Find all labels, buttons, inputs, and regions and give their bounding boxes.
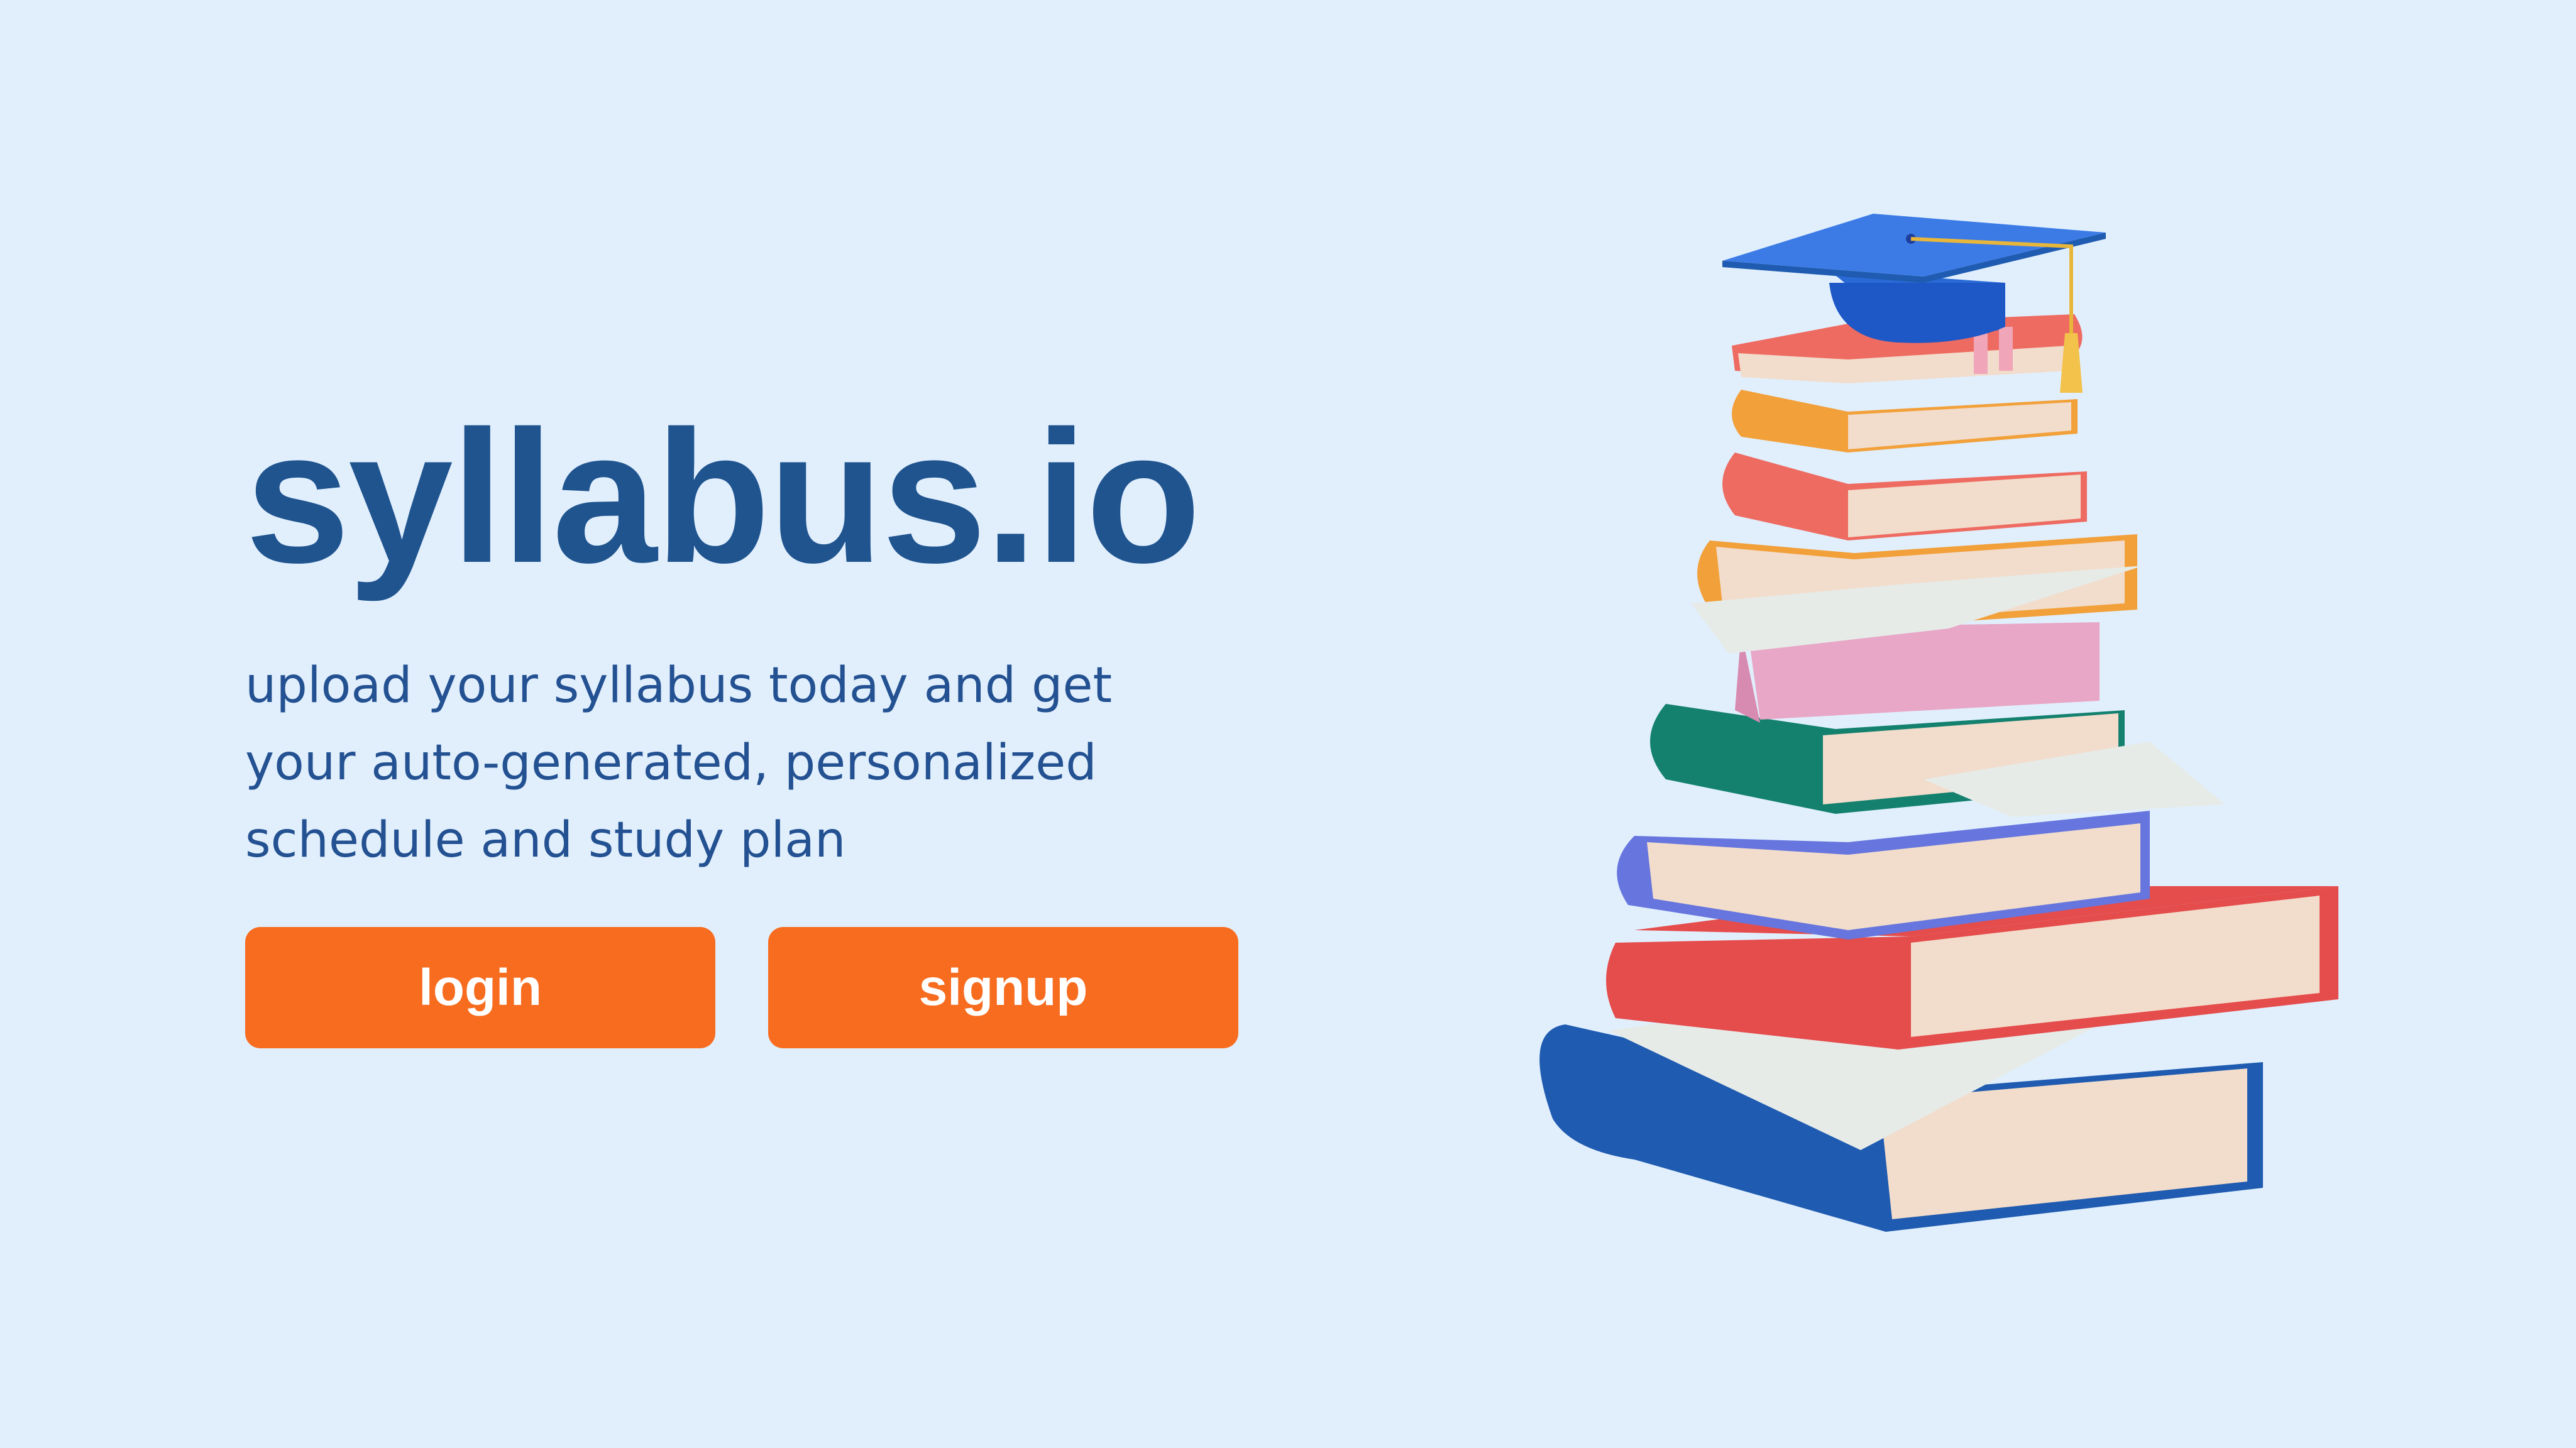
book-coral-icon	[1722, 452, 2087, 540]
tagline-line-2: your auto-generated, personalized	[245, 735, 1097, 791]
auth-buttons: login signup	[245, 927, 1238, 1048]
tagline-line-1: upload your syllabus today and get	[245, 657, 1113, 714]
brand-title: syllabus.io	[245, 391, 1201, 602]
signup-button[interactable]: signup	[768, 927, 1238, 1048]
tagline: upload your syllabus today and get your …	[245, 647, 1251, 879]
book-stack-icon	[1539, 214, 2338, 1232]
book-teal-icon	[1650, 704, 2225, 817]
tagline-line-3: schedule and study plan	[245, 812, 846, 869]
book-yellow-icon	[1732, 390, 2078, 452]
login-button[interactable]: login	[245, 927, 715, 1048]
